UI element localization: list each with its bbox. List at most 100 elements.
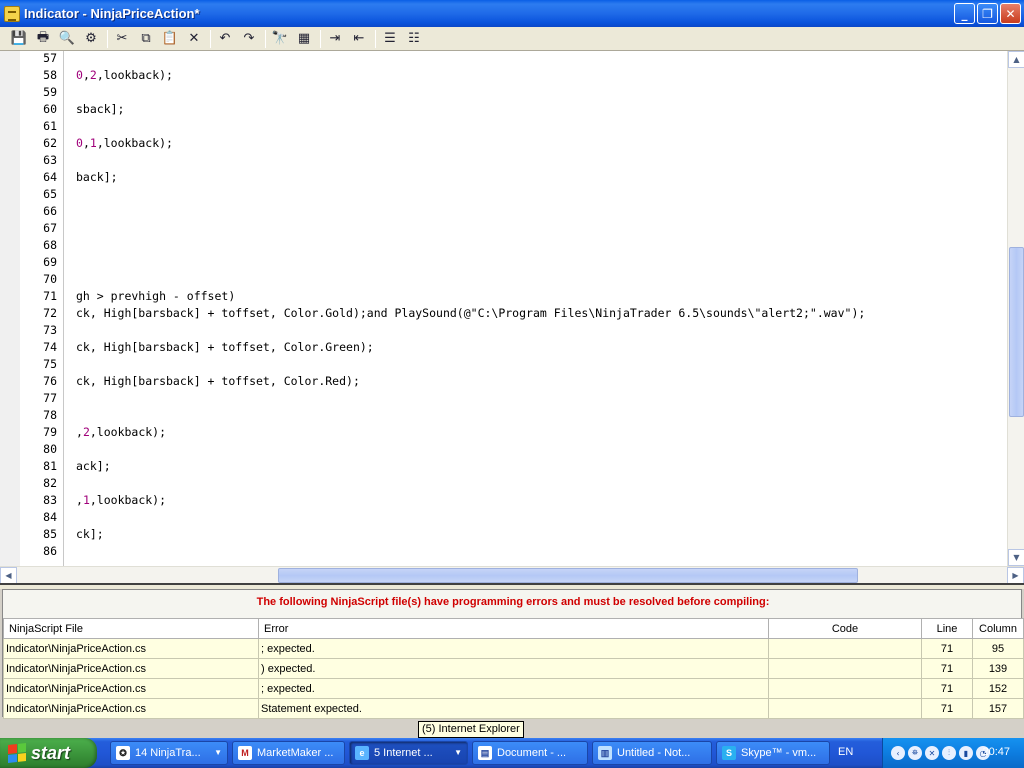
- code-line[interactable]: ack];: [76, 458, 111, 475]
- code-line[interactable]: ck, High[barsback] + toffset, Color.Gree…: [76, 339, 374, 356]
- notepad-icon: ▥: [598, 746, 612, 760]
- taskbar-item-label: 5 Internet ...: [374, 747, 433, 759]
- group-dropdown-icon[interactable]: ▼: [214, 748, 222, 757]
- line-number: 64: [43, 170, 57, 184]
- scroll-down-icon[interactable]: ▼: [1008, 549, 1024, 566]
- code-line[interactable]: gh > prevhigh - offset): [76, 288, 235, 305]
- scroll-left-icon[interactable]: ◀: [0, 567, 17, 584]
- undo-icon[interactable]: ↶: [214, 29, 236, 49]
- column-header-error[interactable]: Error: [258, 618, 769, 639]
- line-number: 75: [43, 357, 57, 371]
- title-bar[interactable]: Indicator - NinjaPriceAction* _ ❐ ✕: [0, 0, 1024, 27]
- window-controls: _ ❐ ✕: [954, 3, 1021, 24]
- error-code: [768, 638, 922, 659]
- error-column: 152: [972, 678, 1024, 699]
- language-indicator[interactable]: EN: [838, 746, 853, 758]
- print-icon[interactable]: 🖶: [32, 29, 54, 49]
- code-editor[interactable]: 57 58 59 60 61 62 63 64 65 66 67 68 69 70 71 72 73 74 75 76…: [0, 51, 1024, 566]
- code-line[interactable]: back];: [76, 169, 118, 186]
- horizontal-scroll-thumb[interactable]: [278, 568, 858, 583]
- vertical-scrollbar[interactable]: ▲ ▼: [1007, 51, 1024, 566]
- taskbar-item[interactable]: ✪ 14 NinjaTra... ▼: [110, 741, 228, 765]
- taskbar-item[interactable]: S Skype™ - vm...: [716, 741, 830, 765]
- editor-toolbar: 💾 🖶 🔍 ⚙ ✂ ⧉ 📋 ✕ ↶ ↷ 🔭 ▦ ⇥ ⇤ ☰ ☷: [0, 27, 1024, 51]
- code-line[interactable]: ck, High[barsback] + toffset, Color.Gold…: [76, 305, 865, 322]
- replace-icon[interactable]: ▦: [293, 29, 315, 49]
- taskbar-item[interactable]: ▥ Untitled - Not...: [592, 741, 712, 765]
- uncomment-icon[interactable]: ☷: [403, 29, 425, 49]
- group-dropdown-icon[interactable]: ▼: [454, 748, 462, 757]
- line-number: 81: [43, 459, 57, 473]
- indent-icon[interactable]: ⇥: [324, 29, 346, 49]
- close-button[interactable]: ✕: [1000, 3, 1021, 24]
- redo-icon[interactable]: ↷: [238, 29, 260, 49]
- compile-icon[interactable]: ⚙: [80, 29, 102, 49]
- vertical-scroll-thumb[interactable]: [1009, 247, 1024, 417]
- copy-icon[interactable]: ⧉: [135, 29, 157, 49]
- taskbar-item[interactable]: M MarketMaker ...: [232, 741, 345, 765]
- column-header-line[interactable]: Line: [921, 618, 973, 639]
- tray-expand-icon[interactable]: ‹: [891, 746, 905, 760]
- network-icon[interactable]: ⛯: [908, 746, 922, 760]
- taskbar-item-label: MarketMaker ...: [257, 747, 334, 759]
- column-header-file[interactable]: NinjaScript File: [3, 618, 259, 639]
- horizontal-scrollbar[interactable]: ◀ ▶: [0, 566, 1024, 584]
- error-row[interactable]: Indicator\NinjaPriceAction.cs Statement e…: [3, 698, 1024, 719]
- error-row[interactable]: Indicator\NinjaPriceAction.cs; expected.…: [3, 678, 1024, 699]
- error-row[interactable]: Indicator\NinjaPriceAction.cs; expected.…: [3, 638, 1024, 659]
- code-line[interactable]: ck];: [76, 526, 104, 543]
- cut-icon[interactable]: ✂: [111, 29, 133, 49]
- taskbar-item[interactable]: ▤ Document - ...: [472, 741, 588, 765]
- save-icon[interactable]: 💾: [8, 29, 30, 49]
- taskbar-tooltip: (5) Internet Explorer: [418, 721, 524, 738]
- outdent-icon[interactable]: ⇤: [348, 29, 370, 49]
- wireless-icon[interactable]: ⫶: [942, 746, 956, 760]
- error-file: Indicator\NinjaPriceAction.cs: [3, 698, 259, 719]
- print-preview-icon[interactable]: 🔍: [56, 29, 78, 49]
- find-icon[interactable]: 🔭: [269, 29, 291, 49]
- line-number: 72: [43, 306, 57, 320]
- code-line[interactable]: ,2,lookback);: [76, 424, 166, 441]
- code-line[interactable]: 0,1,lookback);: [76, 135, 173, 152]
- signal-icon[interactable]: ▮: [959, 746, 973, 760]
- taskbar-item[interactable]: e 5 Internet ... ▼: [349, 741, 468, 765]
- line-number: 66: [43, 204, 57, 218]
- line-number: 73: [43, 323, 57, 337]
- code-line[interactable]: 0,2,lookback);: [76, 67, 173, 84]
- gmail-icon: M: [238, 746, 252, 760]
- line-number: 60: [43, 102, 57, 116]
- code-line[interactable]: ,1,lookback);: [76, 492, 166, 509]
- error-column: 157: [972, 698, 1024, 719]
- column-header-code[interactable]: Code: [768, 618, 922, 639]
- start-label: start: [31, 742, 71, 763]
- line-number: 67: [43, 221, 57, 235]
- windows-logo-icon: [8, 743, 26, 763]
- security-icon[interactable]: ✕: [925, 746, 939, 760]
- clock[interactable]: 20:47: [982, 746, 1010, 758]
- taskbar-item-label: Untitled - Not...: [617, 747, 691, 759]
- start-button[interactable]: start: [0, 738, 97, 768]
- code-text-area[interactable]: 0,2,lookback); sback]; 0,1,lookback); back]…: [65, 51, 1007, 566]
- code-line[interactable]: ck, High[barsback] + toffset, Color.Red)…: [76, 373, 360, 390]
- paste-icon[interactable]: 📋: [159, 29, 181, 49]
- error-text: ) expected.: [258, 658, 769, 679]
- error-text: ; expected.: [258, 678, 769, 699]
- code-line[interactable]: sback];: [76, 101, 124, 118]
- column-header-column[interactable]: Column: [972, 618, 1024, 639]
- line-number: 85: [43, 527, 57, 541]
- line-number: 59: [43, 85, 57, 99]
- scroll-right-icon[interactable]: ▶: [1007, 567, 1024, 584]
- line-number-gutter: 57 58 59 60 61 62 63 64 65 66 67 68 69 70 71 72 73 74 75 76…: [20, 51, 64, 566]
- comment-icon[interactable]: ☰: [379, 29, 401, 49]
- delete-icon[interactable]: ✕: [183, 29, 205, 49]
- ninjascript-editor-icon[interactable]: [4, 5, 20, 22]
- error-row[interactable]: Indicator\NinjaPriceAction.cs) expected.…: [3, 658, 1024, 679]
- error-text: Statement expected.: [258, 698, 769, 719]
- error-file: Indicator\NinjaPriceAction.cs: [3, 658, 259, 679]
- line-number: 80: [43, 442, 57, 456]
- error-message: The following NinjaScript file(s) have p…: [256, 596, 770, 608]
- restore-button[interactable]: ❐: [977, 3, 998, 24]
- error-file: Indicator\NinjaPriceAction.cs: [3, 638, 259, 659]
- minimize-button[interactable]: _: [954, 3, 975, 24]
- scroll-up-icon[interactable]: ▲: [1008, 51, 1024, 68]
